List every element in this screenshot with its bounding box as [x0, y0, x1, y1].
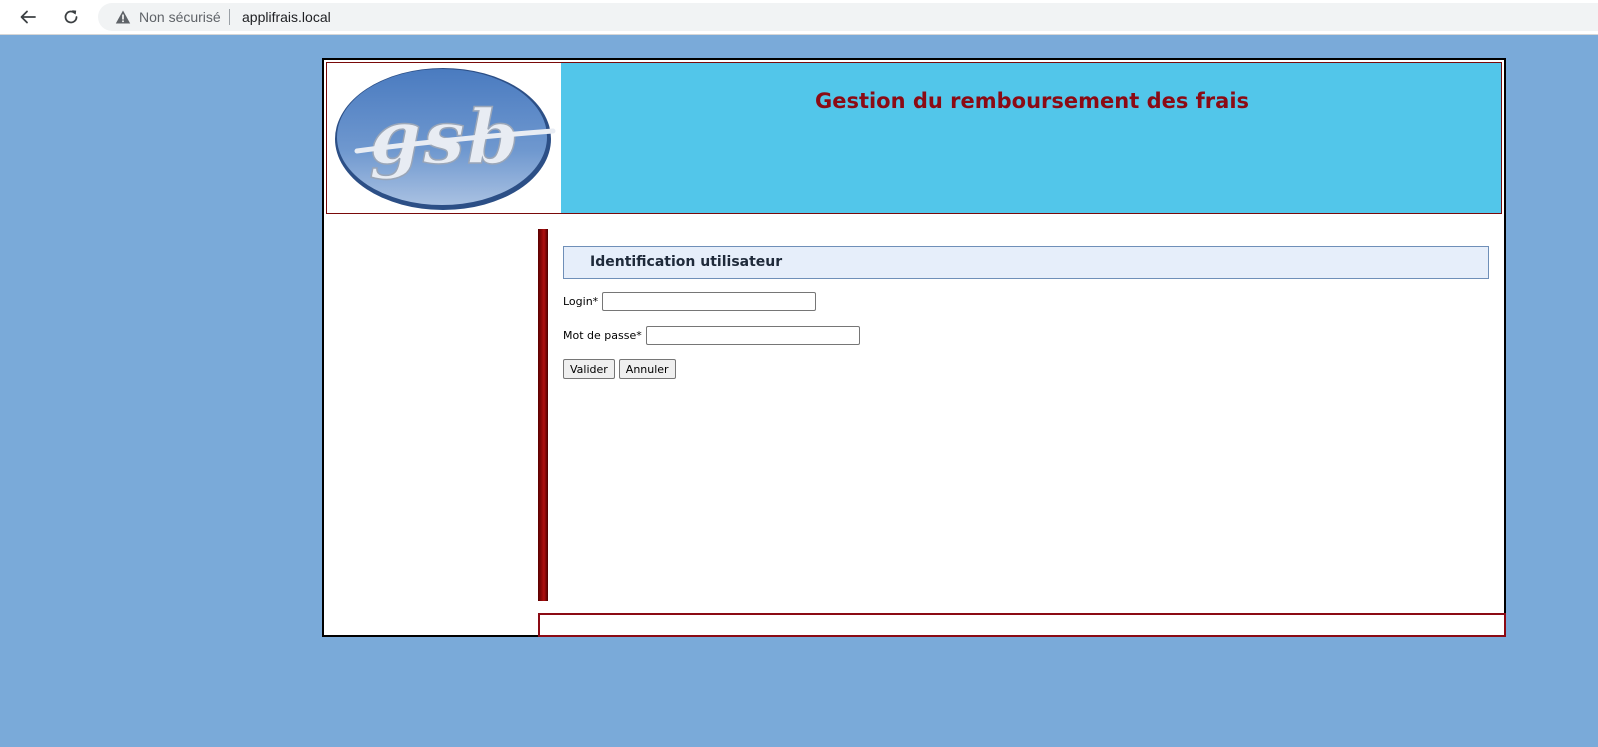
- section-heading: Identification utilisateur: [563, 246, 1489, 279]
- address-bar[interactable]: Non sécurisé applifrais.local: [98, 3, 1598, 31]
- submit-button[interactable]: Valider: [563, 359, 615, 379]
- site-title: Gestion du remboursement des frais: [814, 89, 1250, 113]
- gsb-logo-image: gsb: [335, 68, 556, 210]
- login-input[interactable]: [602, 292, 817, 311]
- page-container: gsb Gestion du remboursement des frais I…: [322, 58, 1506, 637]
- reload-button[interactable]: [57, 3, 85, 31]
- login-label: Login*: [563, 295, 599, 308]
- site-header: gsb Gestion du remboursement des frais: [326, 62, 1502, 214]
- password-row: Mot de passe*: [563, 326, 860, 345]
- browser-toolbar: Non sécurisé applifrais.local: [0, 0, 1598, 35]
- arrow-left-icon: [20, 10, 36, 24]
- page-footer: [538, 613, 1506, 637]
- password-label: Mot de passe*: [563, 329, 642, 342]
- login-panel: Identification utilisateur Login* Mot de…: [563, 246, 1489, 379]
- warning-triangle-icon[interactable]: [115, 9, 131, 25]
- url-text[interactable]: applifrais.local: [242, 9, 331, 25]
- address-divider: [229, 9, 230, 25]
- back-button[interactable]: [14, 3, 42, 31]
- logo: gsb: [327, 63, 561, 213]
- cancel-button[interactable]: Annuler: [618, 359, 676, 379]
- password-input[interactable]: [645, 326, 860, 345]
- content-accent-bar: [538, 229, 548, 601]
- security-status-label[interactable]: Non sécurisé: [139, 9, 221, 25]
- form-actions: Valider Annuler: [563, 359, 680, 379]
- login-row: Login*: [563, 292, 817, 311]
- reload-icon: [64, 10, 78, 24]
